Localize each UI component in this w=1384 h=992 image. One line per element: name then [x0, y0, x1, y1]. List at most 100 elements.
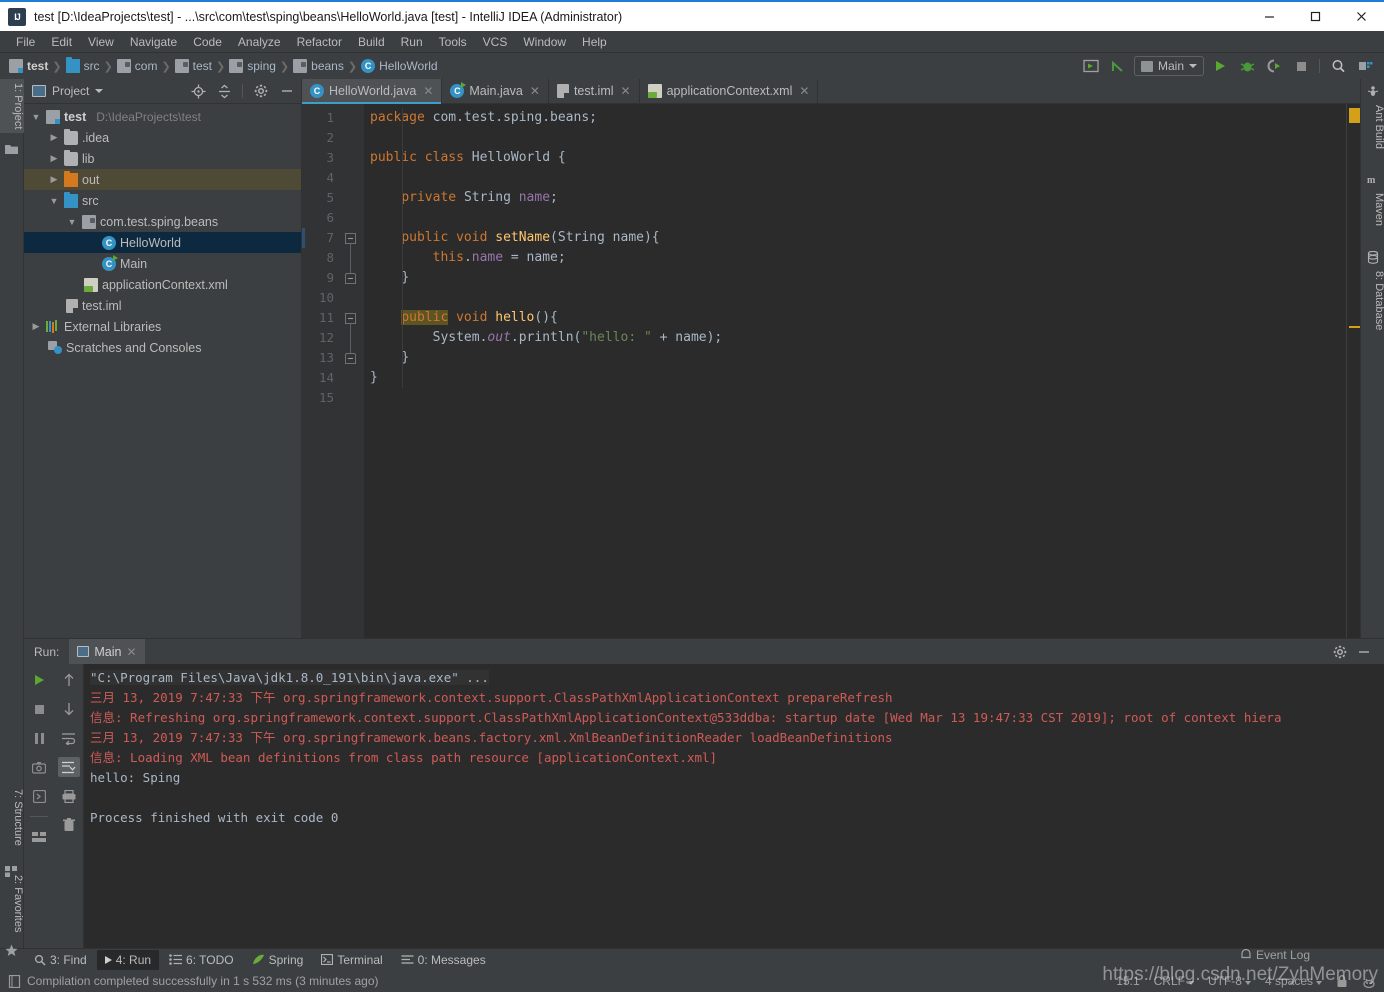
caret-position[interactable]: 15:1 [1116, 974, 1139, 988]
close-button[interactable] [1338, 2, 1384, 31]
breadcrumb-item-test[interactable]: test [6, 59, 51, 73]
update-project-icon[interactable] [1107, 56, 1129, 76]
menu-vcs[interactable]: VCS [475, 31, 516, 53]
console-output[interactable]: "C:\Program Files\Java\jdk1.8.0_191\bin\… [84, 664, 1384, 948]
menu-refactor[interactable]: Refactor [289, 31, 350, 53]
line-separator[interactable]: CRLF [1154, 974, 1194, 988]
menu-code[interactable]: Code [185, 31, 230, 53]
fold-end-setname-icon[interactable] [345, 273, 356, 284]
usage-marker[interactable] [1349, 326, 1360, 328]
up-arrow-icon[interactable] [58, 670, 80, 690]
scroll-from-source-icon[interactable] [188, 81, 208, 101]
code-text[interactable]: package com.test.sping.beans; public cla… [364, 104, 1346, 638]
fold-collapse-setname-icon[interactable] [345, 233, 356, 244]
fold-collapse-hello-icon[interactable] [345, 313, 356, 324]
tab-main-java[interactable]: C Main.java ✕ [442, 79, 549, 103]
tree-node-lib[interactable]: ▶ lib [24, 148, 301, 169]
breadcrumb-item-sping[interactable]: sping [226, 59, 279, 73]
menu-run[interactable]: Run [393, 31, 431, 53]
close-icon[interactable]: ✕ [621, 84, 631, 98]
tree-node-test[interactable]: ▼ test D:\IdeaProjects\test [24, 106, 301, 127]
menu-view[interactable]: View [80, 31, 122, 53]
menu-navigate[interactable]: Navigate [122, 31, 185, 53]
pause-icon[interactable] [28, 728, 50, 748]
tree-node-idea[interactable]: ▶ .idea [24, 127, 301, 148]
scroll-to-end-icon[interactable] [57, 757, 80, 777]
sidebar-item-structure[interactable]: 7: Structure [0, 785, 24, 850]
sidebar-item-ant-build[interactable]: Ant Build [1361, 101, 1384, 153]
chevron-down-icon[interactable]: ▼ [66, 217, 78, 227]
search-everywhere-icon[interactable] [1327, 56, 1349, 76]
run-tab-main[interactable]: Main ✕ [69, 639, 145, 664]
tree-node-application-context-xml[interactable]: applicationContext.xml [24, 274, 301, 295]
tree-node-scratches[interactable]: Scratches and Consoles [24, 337, 301, 358]
tree-node-src[interactable]: ▼ src [24, 190, 301, 211]
editor-marker-bar[interactable] [1346, 104, 1360, 638]
sidebar-item-maven[interactable]: Maven [1361, 189, 1384, 230]
project-structure-icon[interactable] [1354, 56, 1376, 76]
menu-window[interactable]: Window [515, 31, 574, 53]
menu-help[interactable]: Help [574, 31, 615, 53]
tab-helloworld-java[interactable]: C HelloWorld.java ✕ [302, 79, 443, 104]
chevron-down-icon[interactable]: ▼ [48, 196, 60, 206]
menu-edit[interactable]: Edit [43, 31, 80, 53]
status-tab-terminal[interactable]: Terminal [313, 950, 390, 970]
warning-marker[interactable] [1349, 108, 1360, 123]
gear-icon[interactable] [251, 81, 271, 101]
collapse-all-icon[interactable] [214, 81, 234, 101]
chevron-right-icon[interactable]: ▶ [48, 153, 60, 164]
breadcrumb-item-beans[interactable]: beans [290, 59, 347, 73]
chevron-right-icon[interactable]: ▶ [30, 321, 42, 332]
sidebar-item-database[interactable]: 8: Database [1361, 267, 1384, 334]
breadcrumb-item-test2[interactable]: test [172, 59, 215, 73]
chevron-down-icon[interactable] [95, 89, 104, 93]
down-arrow-icon[interactable] [58, 699, 80, 719]
status-tab-spring[interactable]: Spring [244, 950, 312, 970]
hide-panel-icon[interactable] [277, 81, 297, 101]
tab-test-iml[interactable]: test.iml ✕ [549, 79, 640, 103]
dump-threads-icon[interactable] [28, 757, 50, 777]
chevron-down-icon[interactable]: ▼ [30, 112, 42, 122]
print-icon[interactable] [58, 786, 80, 806]
run-with-coverage-icon[interactable] [1263, 56, 1285, 76]
hide-panel-icon[interactable] [1354, 642, 1374, 662]
tree-node-test-iml[interactable]: test.iml [24, 295, 301, 316]
status-tab-todo[interactable]: 6: TODO [161, 950, 242, 970]
status-tab-messages[interactable]: 0: Messages [393, 950, 494, 970]
minimize-button[interactable] [1246, 2, 1292, 31]
breadcrumb-item-src[interactable]: src [63, 57, 103, 73]
sidebar-item-project[interactable]: 1: Project [0, 79, 24, 134]
indent-setting[interactable]: 4 spaces [1265, 974, 1322, 988]
close-icon[interactable]: ✕ [799, 84, 809, 98]
encoding[interactable]: UTF-8 [1208, 974, 1251, 988]
tree-node-package[interactable]: ▼ com.test.sping.beans [24, 211, 301, 232]
menu-tools[interactable]: Tools [431, 31, 475, 53]
build-project-icon[interactable] [1080, 56, 1102, 76]
chevron-right-icon[interactable]: ▶ [48, 132, 60, 143]
breadcrumb-item-com[interactable]: com [114, 59, 161, 73]
debug-icon[interactable] [1236, 56, 1258, 76]
tab-application-context-xml[interactable]: applicationContext.xml ✕ [640, 79, 819, 103]
project-tree[interactable]: ▼ test D:\IdeaProjects\test ▶ .idea ▶ li… [24, 104, 301, 638]
tree-node-external-libraries[interactable]: ▶ External Libraries [24, 316, 301, 337]
trash-icon[interactable] [58, 815, 80, 835]
code-editor[interactable]: 1 2 3 4 5 6 7 8 9 10 11 12 13 14 15 pack… [302, 104, 1360, 638]
close-icon[interactable]: ✕ [530, 84, 540, 98]
gear-icon[interactable] [1330, 642, 1350, 662]
editor-gutter[interactable]: 1 2 3 4 5 6 7 8 9 10 11 12 13 14 15 [302, 104, 364, 638]
chevron-right-icon[interactable]: ▶ [48, 174, 60, 185]
close-icon[interactable]: ✕ [423, 84, 433, 98]
run-icon[interactable] [1209, 56, 1231, 76]
exit-icon[interactable] [28, 786, 50, 806]
status-tab-find[interactable]: 3: Find [26, 950, 95, 970]
menu-file[interactable]: File [8, 31, 43, 53]
breadcrumb-item-helloworld[interactable]: C HelloWorld [358, 59, 440, 73]
soft-wrap-icon[interactable] [58, 728, 80, 748]
layout-icon[interactable] [28, 827, 50, 847]
menu-build[interactable]: Build [350, 31, 393, 53]
tree-node-helloworld[interactable]: C HelloWorld [24, 232, 301, 253]
stop-icon[interactable] [28, 699, 50, 719]
maximize-button[interactable] [1292, 2, 1338, 31]
stop-icon[interactable] [1290, 56, 1312, 76]
status-tab-run[interactable]: 4: Run [96, 949, 160, 970]
